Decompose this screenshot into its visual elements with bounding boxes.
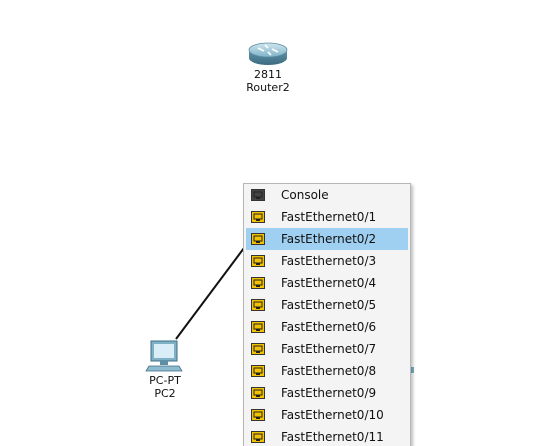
pc-model-label: PC-PT (149, 374, 181, 387)
port-menu-item-label: FastEthernet0/3 (281, 254, 377, 268)
router-name-label: Router2 (246, 81, 290, 94)
port-menu-item[interactable]: Console (246, 184, 408, 206)
ethernet-port-icon (251, 255, 265, 267)
port-menu-item-label: FastEthernet0/9 (281, 386, 377, 400)
port-menu-item-label: FastEthernet0/5 (281, 298, 377, 312)
pc-icon (145, 340, 183, 372)
port-menu-item-label: FastEthernet0/10 (281, 408, 384, 422)
port-menu-item[interactable]: FastEthernet0/7 (246, 338, 408, 360)
port-menu-item[interactable]: FastEthernet0/2 (246, 228, 408, 250)
port-menu-item-label: FastEthernet0/7 (281, 342, 377, 356)
ethernet-port-icon (251, 387, 265, 399)
port-menu-item[interactable]: FastEthernet0/3 (246, 250, 408, 272)
router-icon (248, 42, 288, 65)
port-menu-item[interactable]: FastEthernet0/4 (246, 272, 408, 294)
router-device[interactable]: 2811 Router2 (238, 38, 298, 94)
pc-device[interactable]: PC-PT PC2 (134, 338, 196, 400)
console-port-icon (251, 189, 265, 201)
port-menu-item-label: FastEthernet0/2 (281, 232, 377, 246)
port-menu-item-label: FastEthernet0/8 (281, 364, 377, 378)
port-selection-menu: Console FastEthernet0/1 FastEthernet0/2 Fas… (243, 183, 411, 446)
port-menu-item[interactable]: FastEthernet0/5 (246, 294, 408, 316)
workspace-canvas[interactable]: 2811 Router2 PC-PT PC2 Console FastEthern… (0, 0, 539, 446)
ethernet-port-icon (251, 343, 265, 355)
port-menu-item[interactable]: FastEthernet0/1 (246, 206, 408, 228)
port-menu-item[interactable]: FastEthernet0/9 (246, 382, 408, 404)
port-menu-item[interactable]: FastEthernet0/11 (246, 426, 408, 446)
ethernet-port-icon (251, 431, 265, 443)
ethernet-port-icon (251, 409, 265, 421)
port-menu-item-label: FastEthernet0/1 (281, 210, 377, 224)
ethernet-port-icon (251, 365, 265, 377)
port-menu-item-label: FastEthernet0/11 (281, 430, 384, 444)
port-menu-item-label: Console (281, 188, 329, 202)
port-menu-item-label: FastEthernet0/4 (281, 276, 377, 290)
port-menu-item[interactable]: FastEthernet0/6 (246, 316, 408, 338)
ethernet-port-icon (251, 277, 265, 289)
pc-name-label: PC2 (154, 387, 176, 400)
ethernet-port-icon (251, 299, 265, 311)
router-model-label: 2811 (254, 68, 282, 81)
ethernet-port-icon (251, 211, 265, 223)
port-menu-item[interactable]: FastEthernet0/10 (246, 404, 408, 426)
ethernet-port-icon (251, 321, 265, 333)
ethernet-port-icon (251, 233, 265, 245)
port-menu-item-label: FastEthernet0/6 (281, 320, 377, 334)
port-menu-item[interactable]: FastEthernet0/8 (246, 360, 408, 382)
